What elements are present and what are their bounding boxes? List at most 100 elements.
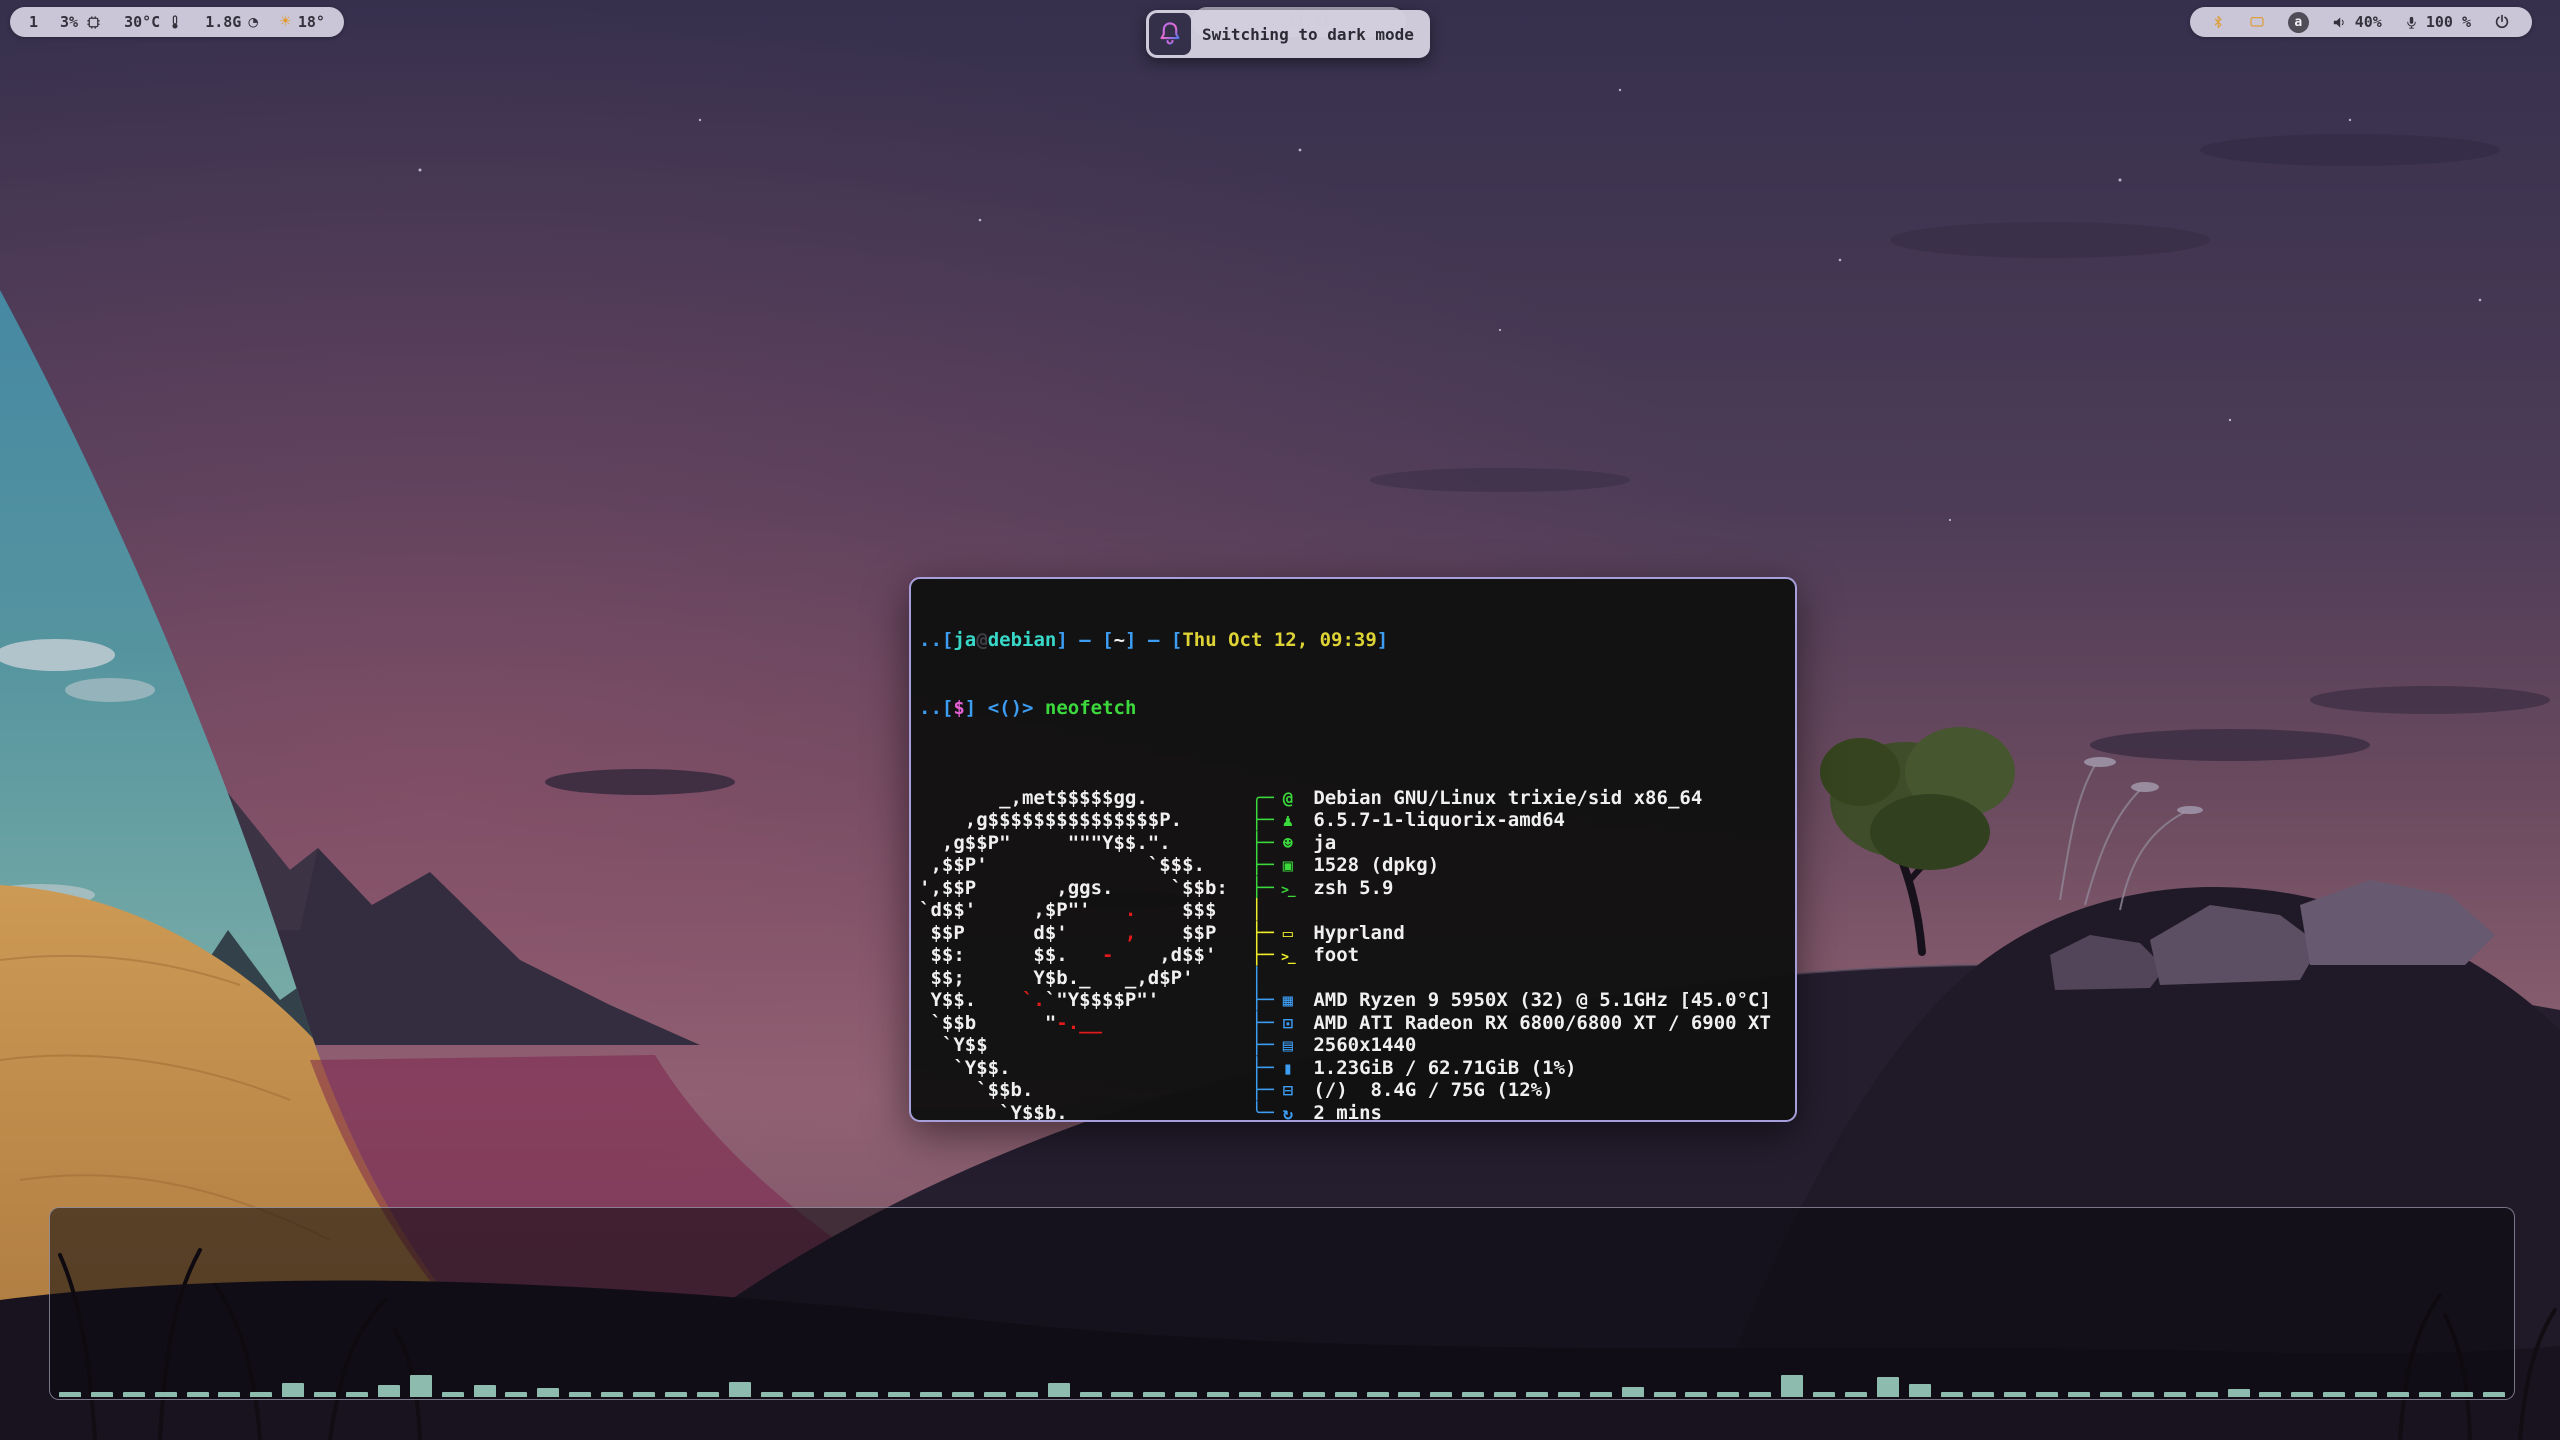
microphone-icon <box>2404 14 2419 31</box>
visualizer-bar <box>1494 1392 1516 1397</box>
neofetch-packages: ├─▣ 1528 (dpkg) <box>1251 854 1771 877</box>
visualizer-bar <box>218 1392 240 1397</box>
visualizer-bar <box>1016 1392 1038 1397</box>
visualizer-bar <box>1207 1392 1229 1397</box>
command-line: ..[$] <()> neofetch <box>919 697 1787 720</box>
sun-icon: ☀ <box>280 13 291 31</box>
notification-icon-tile <box>1149 13 1191 55</box>
visualizer-bar <box>569 1392 591 1397</box>
neofetch-gpu: ├─⊡ AMD ATI Radeon RX 6800/6800 XT / 690… <box>1251 1012 1771 1035</box>
cpu-value: 3% <box>60 13 78 31</box>
neofetch-shell: ├─>_ zsh 5.9 <box>1251 877 1771 900</box>
neofetch-shell-value: zsh 5.9 <box>1302 877 1394 900</box>
visualizer-bar <box>856 1392 878 1397</box>
temperature-value: 30°C <box>124 13 160 31</box>
microphone-value: 100 % <box>2426 13 2471 31</box>
visualizer-bar <box>1239 1392 1261 1397</box>
neofetch-uptime-value: 2 mins <box>1302 1102 1382 1121</box>
visualizer-bar <box>2004 1392 2026 1397</box>
neofetch-memory-value: 1.23GiB / 62.71GiB (1%) <box>1302 1057 1577 1080</box>
ascii-art-line: ,$$P' `$$$. <box>919 854 1251 877</box>
visualizer-bar <box>1143 1392 1165 1397</box>
visualizer-bar <box>1048 1383 1070 1397</box>
visualizer-bar <box>442 1392 464 1397</box>
cpu-module[interactable]: 3% <box>49 7 113 37</box>
visualizer-bar <box>1175 1392 1197 1397</box>
visualizer-bar <box>2451 1392 2473 1397</box>
tray-app-module[interactable]: a <box>2277 7 2320 37</box>
shell-icon: >_ <box>1274 880 1302 903</box>
visualizer-bar <box>2483 1392 2505 1397</box>
terminal-content: ..[ja@debian] – [~] – [Thu Oct 12, 09:39… <box>911 579 1795 1120</box>
topbar-right: a 40% 100 % <box>2190 7 2532 37</box>
ascii-art-line: Y$$. `.`"Y$$$$P"' <box>919 989 1251 1012</box>
tray-app-icon: a <box>2288 12 2309 33</box>
neofetch-packages-value: 1528 (dpkg) <box>1302 854 1439 877</box>
visualizer-bar <box>537 1388 559 1397</box>
visualizer-bar <box>1877 1377 1899 1397</box>
visualizer-bar <box>1685 1392 1707 1397</box>
ascii-art-line: ,g$$$$$$$$$$$$$$$P. <box>919 809 1251 832</box>
visualizer-bar <box>314 1392 336 1397</box>
volume-module[interactable]: 40% <box>2320 7 2393 37</box>
visualizer-bar <box>1845 1392 1867 1397</box>
visualizer-bar <box>1717 1392 1739 1397</box>
visualizer-bar <box>155 1392 177 1397</box>
visualizer-bar <box>1558 1392 1580 1397</box>
topbar-left: 1 3% 30°C 1.8G ◔ ☀ 18° <box>10 7 344 37</box>
neofetch-memory: ├─▮ 1.23GiB / 62.71GiB (1%) <box>1251 1057 1771 1080</box>
display-tray-module[interactable] <box>2237 7 2277 37</box>
visualizer-bar <box>2355 1392 2377 1397</box>
power-icon <box>2493 13 2511 31</box>
visualizer-bar <box>984 1392 1006 1397</box>
visualizer-bar <box>474 1385 496 1397</box>
visualizer-bar <box>2068 1392 2090 1397</box>
memory-icon: ▮ <box>1274 1058 1302 1081</box>
memory-value: 1.8G <box>205 13 241 31</box>
visualizer-bar <box>633 1392 655 1397</box>
visualizer-bar <box>2259 1392 2281 1397</box>
visualizer-bar <box>1590 1392 1612 1397</box>
power-module[interactable] <box>2482 7 2522 37</box>
debian-swirl-icon: @ <box>1274 788 1302 811</box>
cpu-chip-icon <box>85 14 102 31</box>
temperature-module[interactable]: 30°C <box>113 7 194 37</box>
visualizer-bar <box>2164 1392 2186 1397</box>
visualizer-bar <box>410 1375 432 1397</box>
notification-toast[interactable]: Switching to dark mode <box>1146 10 1430 58</box>
display-icon: ▤ <box>1274 1035 1302 1058</box>
neofetch-wm: ├─▭ Hyprland <box>1251 922 1771 945</box>
gauge-icon: ◔ <box>248 14 258 30</box>
notification-text: Switching to dark mode <box>1202 25 1414 44</box>
ascii-art-line: $$P d$' , $$P <box>919 922 1251 945</box>
neofetch-disk: ├─⊟ (/) 8.4G / 75G (12%) <box>1251 1079 1771 1102</box>
visualizer-bar <box>505 1392 527 1397</box>
neofetch-gap: │ <box>1251 967 1771 990</box>
uptime-icon: ↻ <box>1274 1103 1302 1121</box>
visualizer-bar <box>2196 1392 2218 1397</box>
ascii-art-line: `$$b "-.__ <box>919 1012 1251 1035</box>
visualizer-bar <box>888 1392 910 1397</box>
window-icon: ▭ <box>1274 923 1302 946</box>
visualizer-bar <box>601 1392 623 1397</box>
neofetch-user: ├─☻ ja <box>1251 832 1771 855</box>
thermometer-icon <box>167 14 183 30</box>
visualizer-bar <box>1622 1387 1644 1397</box>
neofetch-terminal-value: foot <box>1302 944 1359 967</box>
visualizer-bar <box>1303 1392 1325 1397</box>
workspace-module[interactable]: 1 <box>18 7 49 37</box>
microphone-module[interactable]: 100 % <box>2393 7 2482 37</box>
neofetch-cpu: ├─▦ AMD Ryzen 9 5950X (32) @ 5.1GHz [45.… <box>1251 989 1771 1012</box>
visualizer-bar <box>1526 1392 1548 1397</box>
visualizer-bar <box>1781 1375 1803 1397</box>
prompt-line: ..[ja@debian] – [~] – [Thu Oct 12, 09:39… <box>919 629 1787 652</box>
terminal-window[interactable]: ..[ja@debian] – [~] – [Thu Oct 12, 09:39… <box>909 577 1797 1122</box>
neofetch-disk-value: (/) 8.4G / 75G (12%) <box>1302 1079 1554 1102</box>
terminal-icon: >_ <box>1274 947 1302 970</box>
visualizer-bar <box>1972 1392 1994 1397</box>
visualizer-bar <box>123 1392 145 1397</box>
bluetooth-module[interactable] <box>2200 7 2237 37</box>
weather-module[interactable]: ☀ 18° <box>269 7 336 37</box>
visualizer-bar <box>378 1385 400 1397</box>
memory-module[interactable]: 1.8G ◔ <box>194 7 269 37</box>
